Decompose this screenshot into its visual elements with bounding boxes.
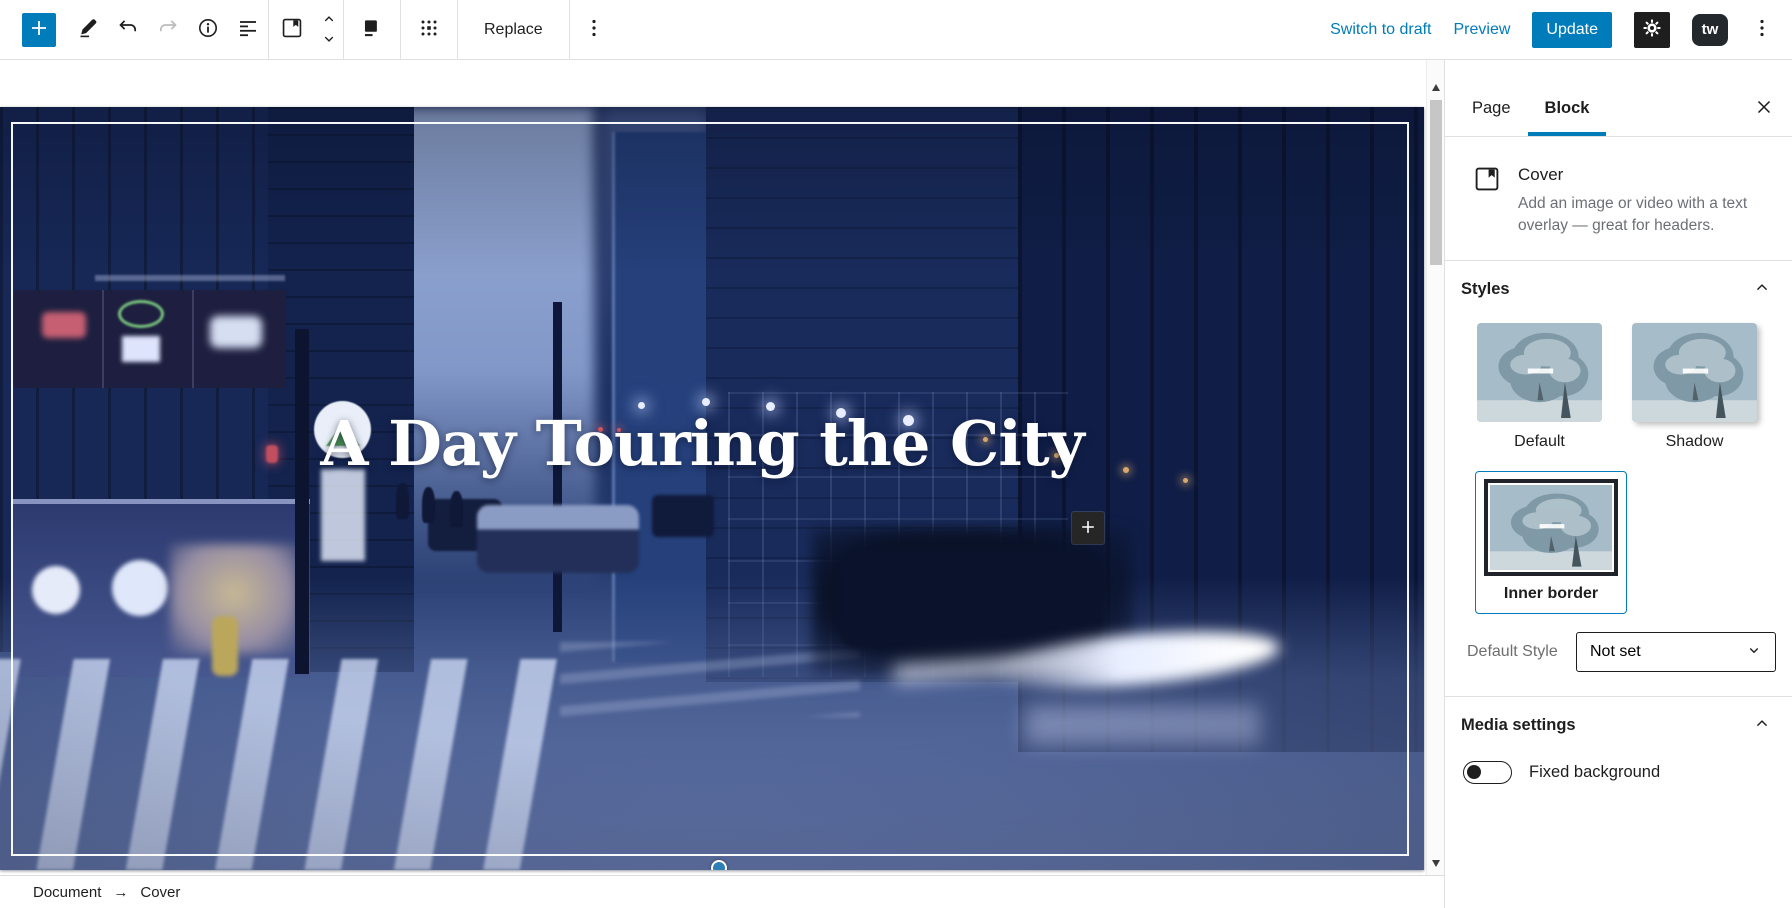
toolbar-right-group: Switch to draft Preview Update tw (1330, 0, 1792, 59)
tab-block[interactable]: Block (1528, 80, 1607, 136)
fixed-background-toggle[interactable] (1463, 761, 1512, 784)
cover-block-parent-button[interactable] (269, 6, 315, 54)
breadcrumb-document[interactable]: Document (33, 884, 101, 901)
fixed-background-label: Fixed background (1529, 763, 1660, 782)
media-settings-title: Media settings (1461, 716, 1576, 735)
chevron-up-icon (1752, 278, 1772, 301)
block-card-description: Add an image or video with a text overla… (1518, 193, 1762, 236)
styles-panel-title: Styles (1461, 280, 1510, 299)
style-label-default: Default (1477, 433, 1602, 451)
chevron-up-icon (1752, 714, 1772, 737)
scrollbar-up-arrow-icon[interactable] (1432, 84, 1440, 91)
editor-workspace: A Day Touring the City Doc (0, 60, 1792, 908)
wordpress-block-editor: Replace Switch to draft Preview Update t… (0, 0, 1792, 908)
default-style-value: Not set (1590, 643, 1641, 661)
cover-add-block-button[interactable] (1072, 512, 1104, 544)
cover-block-icon (279, 15, 305, 44)
style-label-shadow: Shadow (1632, 433, 1757, 451)
block-mover (315, 6, 343, 54)
tab-page[interactable]: Page (1455, 80, 1528, 136)
breadcrumb-arrow-icon: → (113, 884, 128, 901)
breadcrumb-cover[interactable]: Cover (140, 884, 180, 901)
cover-block[interactable]: A Day Touring the City (0, 107, 1424, 870)
update-button[interactable]: Update (1532, 12, 1612, 48)
align-button[interactable] (344, 6, 400, 54)
default-style-row: Default Style Not set (1467, 632, 1776, 672)
user-avatar[interactable]: tw (1692, 14, 1728, 46)
plus-icon (1078, 517, 1098, 540)
undo-icon (116, 16, 140, 43)
breadcrumb: Document → Cover (0, 875, 1444, 908)
toolbar-separator (569, 0, 570, 60)
style-preview-shadow (1632, 323, 1757, 422)
block-card-title: Cover (1518, 165, 1762, 185)
fixed-background-row: Fixed background (1463, 761, 1776, 784)
align-icon (359, 15, 385, 44)
list-view-button[interactable] (228, 6, 268, 54)
chevron-up-icon (320, 16, 338, 31)
kebab-menu-icon (1750, 16, 1774, 43)
close-icon (1753, 96, 1775, 121)
editor-toolbar: Replace Switch to draft Preview Update t… (0, 0, 1792, 60)
media-settings-header[interactable]: Media settings (1461, 713, 1776, 737)
block-card-text: Cover Add an image or video with a text … (1518, 163, 1762, 236)
details-button[interactable] (188, 6, 228, 54)
info-icon (196, 16, 220, 43)
collapse-panel-button[interactable] (1748, 713, 1776, 737)
toolbar-left-group: Replace (0, 0, 606, 59)
style-preview-default (1477, 323, 1602, 422)
style-options: Default Shadow (1477, 323, 1776, 451)
settings-button[interactable] (1634, 12, 1670, 48)
styles-panel: Styles Default (1445, 261, 1792, 697)
editor-canvas-column: A Day Touring the City Doc (0, 60, 1444, 908)
block-inserter-button[interactable] (22, 13, 56, 47)
canvas-scrollbar[interactable] (1426, 60, 1444, 875)
cover-inner-border (11, 122, 1409, 856)
scrollbar-thumb[interactable] (1430, 100, 1442, 265)
default-style-select[interactable]: Not set (1576, 632, 1776, 672)
move-up-button[interactable] (315, 10, 343, 30)
cover-resize-handle[interactable] (711, 860, 727, 870)
style-label-inner-border: Inner border (1483, 585, 1619, 603)
style-preview-inner-border (1484, 479, 1618, 576)
close-sidebar-button[interactable] (1744, 80, 1784, 136)
drag-handle-icon (417, 16, 441, 43)
chevron-down-icon (1745, 641, 1763, 664)
redo-button[interactable] (148, 6, 188, 54)
style-option-inner-border[interactable]: Inner border (1475, 471, 1627, 614)
block-options-button[interactable] (582, 10, 606, 50)
kebab-menu-icon (582, 16, 606, 43)
drag-handle[interactable] (401, 6, 457, 54)
preview-link[interactable]: Preview (1454, 21, 1511, 39)
pencil-icon (76, 16, 100, 43)
settings-sidebar: Page Block Cover Add an image or video w… (1444, 60, 1792, 908)
gear-icon (1641, 17, 1663, 42)
cover-block-icon (1471, 163, 1503, 236)
sidebar-tabbar: Page Block (1445, 60, 1792, 137)
plus-icon (27, 16, 51, 43)
replace-button[interactable]: Replace (458, 0, 569, 60)
style-option-default[interactable]: Default (1477, 323, 1602, 451)
scrollbar-down-arrow-icon[interactable] (1432, 860, 1440, 867)
more-options-button[interactable] (1750, 10, 1774, 50)
undo-button[interactable] (108, 6, 148, 54)
toggle-knob (1467, 765, 1481, 779)
styles-panel-header[interactable]: Styles (1461, 277, 1776, 301)
default-style-label: Default Style (1467, 643, 1558, 661)
cover-title-text[interactable]: A Day Touring the City (0, 407, 1424, 480)
style-option-shadow[interactable]: Shadow (1632, 323, 1757, 451)
editor-canvas[interactable]: A Day Touring the City (0, 60, 1444, 875)
move-down-button[interactable] (315, 30, 343, 50)
redo-icon (156, 16, 180, 43)
block-card: Cover Add an image or video with a text … (1445, 137, 1792, 261)
media-settings-panel: Media settings Fixed background (1445, 697, 1792, 812)
switch-to-draft-link[interactable]: Switch to draft (1330, 21, 1431, 39)
edit-mode-button[interactable] (68, 6, 108, 54)
collapse-panel-button[interactable] (1748, 277, 1776, 301)
list-view-icon (236, 16, 260, 43)
chevron-down-icon (320, 36, 338, 51)
